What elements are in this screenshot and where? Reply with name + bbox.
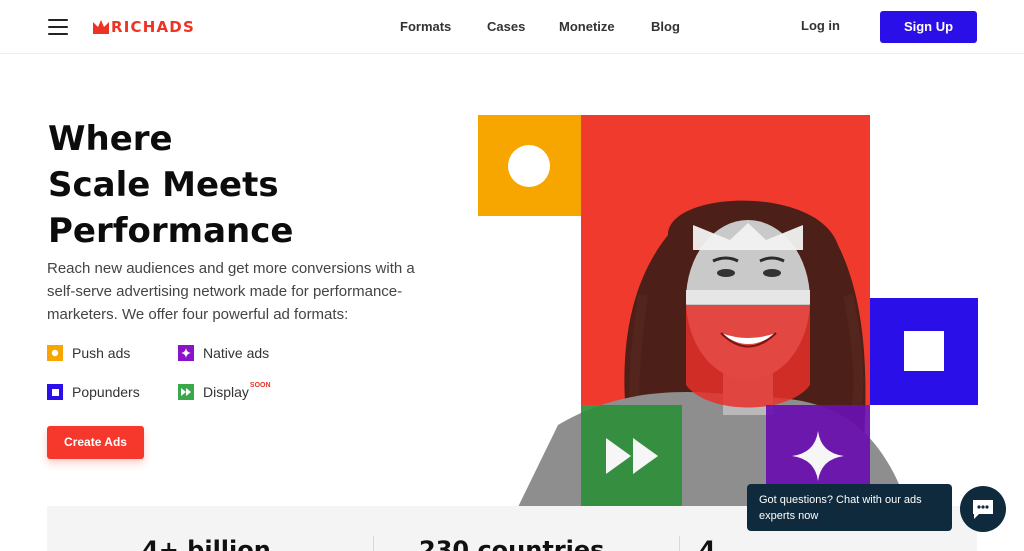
format-label: Popunders xyxy=(72,384,140,400)
login-link[interactable]: Log in xyxy=(801,18,840,33)
square-icon xyxy=(904,331,944,371)
fast-forward-icon xyxy=(178,384,194,400)
stat-countries: 230 countries xyxy=(419,536,605,551)
divider xyxy=(679,536,680,551)
chat-button[interactable] xyxy=(960,486,1006,532)
hero-title: Where Scale Meets Performance xyxy=(48,116,428,254)
create-ads-button[interactable]: Create Ads xyxy=(47,426,144,459)
stat-impressions: 4+ billion xyxy=(142,536,271,551)
divider xyxy=(373,536,374,551)
site-header: RICHADS Formats Cases Monetize Blog Log … xyxy=(0,0,1024,54)
ad-formats-list: Push ads Native ads Popunders Display SO… xyxy=(47,344,347,404)
soon-badge: SOON xyxy=(249,381,271,389)
format-popunders[interactable]: Popunders xyxy=(47,383,140,401)
format-label: Display xyxy=(203,384,249,400)
format-label: Push ads xyxy=(72,345,131,361)
nav-blog[interactable]: Blog xyxy=(651,19,680,34)
format-native-ads[interactable]: Native ads xyxy=(178,344,269,362)
hero-title-line: Scale Meets xyxy=(48,165,279,205)
circle-dot-icon xyxy=(47,345,63,361)
hero-illustration xyxy=(478,115,978,507)
square-icon xyxy=(47,384,63,400)
blue-tile xyxy=(870,298,978,405)
nav-monetize[interactable]: Monetize xyxy=(559,19,615,34)
green-tile xyxy=(581,405,682,507)
nav-formats[interactable]: Formats xyxy=(400,19,451,34)
richads-logo[interactable]: RICHADS xyxy=(93,17,257,37)
chat-prompt[interactable]: Got questions? Chat with our ads experts… xyxy=(747,484,952,531)
menu-icon[interactable] xyxy=(48,19,68,35)
crown-icon xyxy=(93,20,109,34)
sparkle-icon xyxy=(178,345,194,361)
logo-text: RICHADS xyxy=(111,18,195,36)
fast-forward-icon xyxy=(606,438,658,474)
signup-button[interactable]: Sign Up xyxy=(880,11,977,43)
hero-description: Reach new audiences and get more convers… xyxy=(47,260,415,323)
format-push-ads[interactable]: Push ads xyxy=(47,344,130,362)
chat-icon xyxy=(973,500,993,519)
hero-title-line: Performance xyxy=(48,211,294,251)
format-label: Native ads xyxy=(203,345,270,361)
nav-cases[interactable]: Cases xyxy=(487,19,525,34)
hero-title-line: Where xyxy=(48,119,173,159)
stat-third: 4 xyxy=(699,536,716,551)
format-display[interactable]: Display SOON xyxy=(178,381,271,401)
